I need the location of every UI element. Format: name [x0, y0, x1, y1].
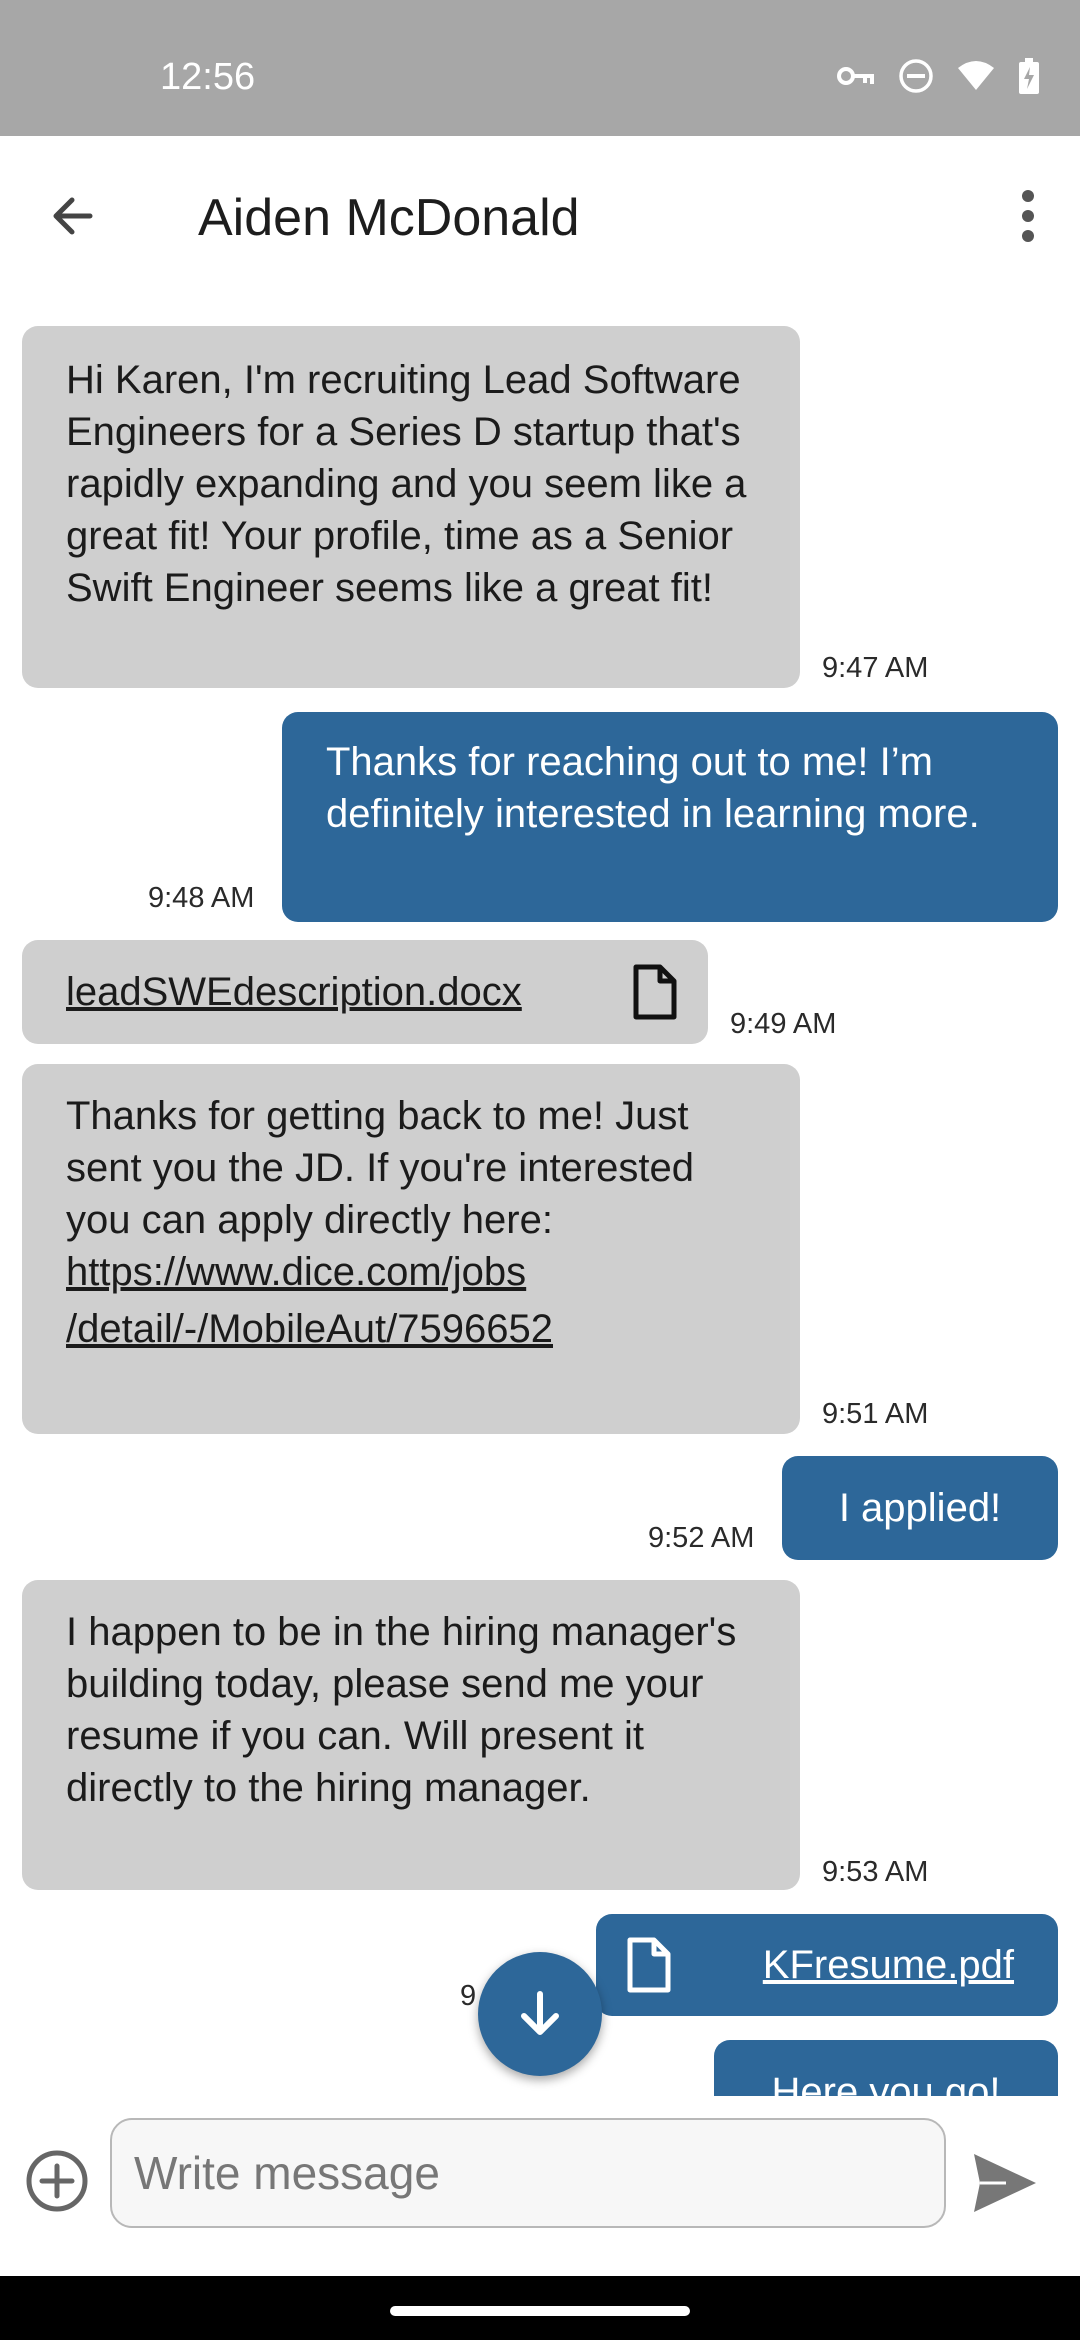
app-bar: Aiden McDonald	[0, 136, 1080, 296]
add-attachment-icon[interactable]	[22, 2146, 92, 2216]
message-time: 9:47 AM	[822, 652, 929, 684]
document-file-icon	[633, 964, 677, 1020]
outgoing-message-bubble: Thanks for reaching out to me! I’m defin…	[282, 712, 1058, 922]
contact-name-title: Aiden McDonald	[198, 189, 580, 247]
more-options-icon[interactable]	[998, 180, 1058, 252]
battery-charging-icon	[1019, 58, 1039, 94]
system-navigation-bar	[0, 2276, 1080, 2340]
job-link-part-1[interactable]: https://www.dice.com/jobs	[66, 1250, 526, 1294]
outgoing-message-bubble: Here you go!	[714, 2040, 1058, 2096]
message-text: Here you go!	[771, 2070, 1001, 2096]
attachment-file-name[interactable]: leadSWEdescription.docx	[66, 966, 522, 1018]
home-indicator[interactable]	[390, 2306, 690, 2316]
attachment-file-name[interactable]: KFresume.pdf	[763, 1939, 1014, 1991]
message-time: 9:49 AM	[730, 1008, 837, 1040]
incoming-file-attachment[interactable]: leadSWEdescription.docx	[22, 940, 708, 1044]
incoming-message-bubble: I happen to be in the hiring manager's b…	[22, 1580, 800, 1890]
message-input[interactable]	[110, 2118, 946, 2228]
outgoing-file-attachment[interactable]: KFresume.pdf	[596, 1914, 1058, 2016]
incoming-message-bubble: Hi Karen, I'm recruiting Lead Software E…	[22, 326, 800, 688]
composer-bar	[0, 2096, 1080, 2276]
message-list[interactable]: Hi Karen, I'm recruiting Lead Software E…	[0, 296, 1080, 2096]
send-icon[interactable]	[970, 2150, 1040, 2216]
message-time: 9:51 AM	[822, 1398, 929, 1430]
message-text-part: Thanks for getting back to me! Just sent…	[66, 1094, 694, 1242]
message-time-partial: 9	[460, 1980, 477, 2012]
wifi-icon	[958, 61, 994, 90]
message-time: 9:52 AM	[648, 1522, 755, 1554]
message-time: 9:48 AM	[148, 882, 255, 914]
document-file-icon	[627, 1937, 671, 1993]
message-text: Thanks for getting back to me! Just sent…	[66, 1090, 756, 1360]
arrow-down-icon	[521, 1991, 559, 2035]
job-link-part-2[interactable]: /detail/-/MobileAut/7596652	[66, 1307, 553, 1351]
message-text: I applied!	[838, 1486, 1002, 1530]
outgoing-message-bubble: I applied!	[782, 1456, 1058, 1560]
message-text: Hi Karen, I'm recruiting Lead Software E…	[66, 358, 747, 610]
scroll-to-bottom-button[interactable]	[478, 1952, 602, 2076]
back-arrow-icon[interactable]	[40, 180, 112, 252]
status-bar: 12:56	[0, 0, 1080, 136]
message-text: Thanks for reaching out to me! I’m defin…	[326, 740, 980, 836]
status-time: 12:56	[160, 56, 256, 98]
status-icons	[836, 58, 1040, 94]
vpn-key-icon	[837, 67, 874, 85]
incoming-message-bubble: Thanks for getting back to me! Just sent…	[22, 1064, 800, 1434]
message-time: 9:53 AM	[822, 1856, 929, 1888]
message-text: I happen to be in the hiring manager's b…	[66, 1610, 737, 1810]
do-not-disturb-icon	[899, 59, 933, 93]
